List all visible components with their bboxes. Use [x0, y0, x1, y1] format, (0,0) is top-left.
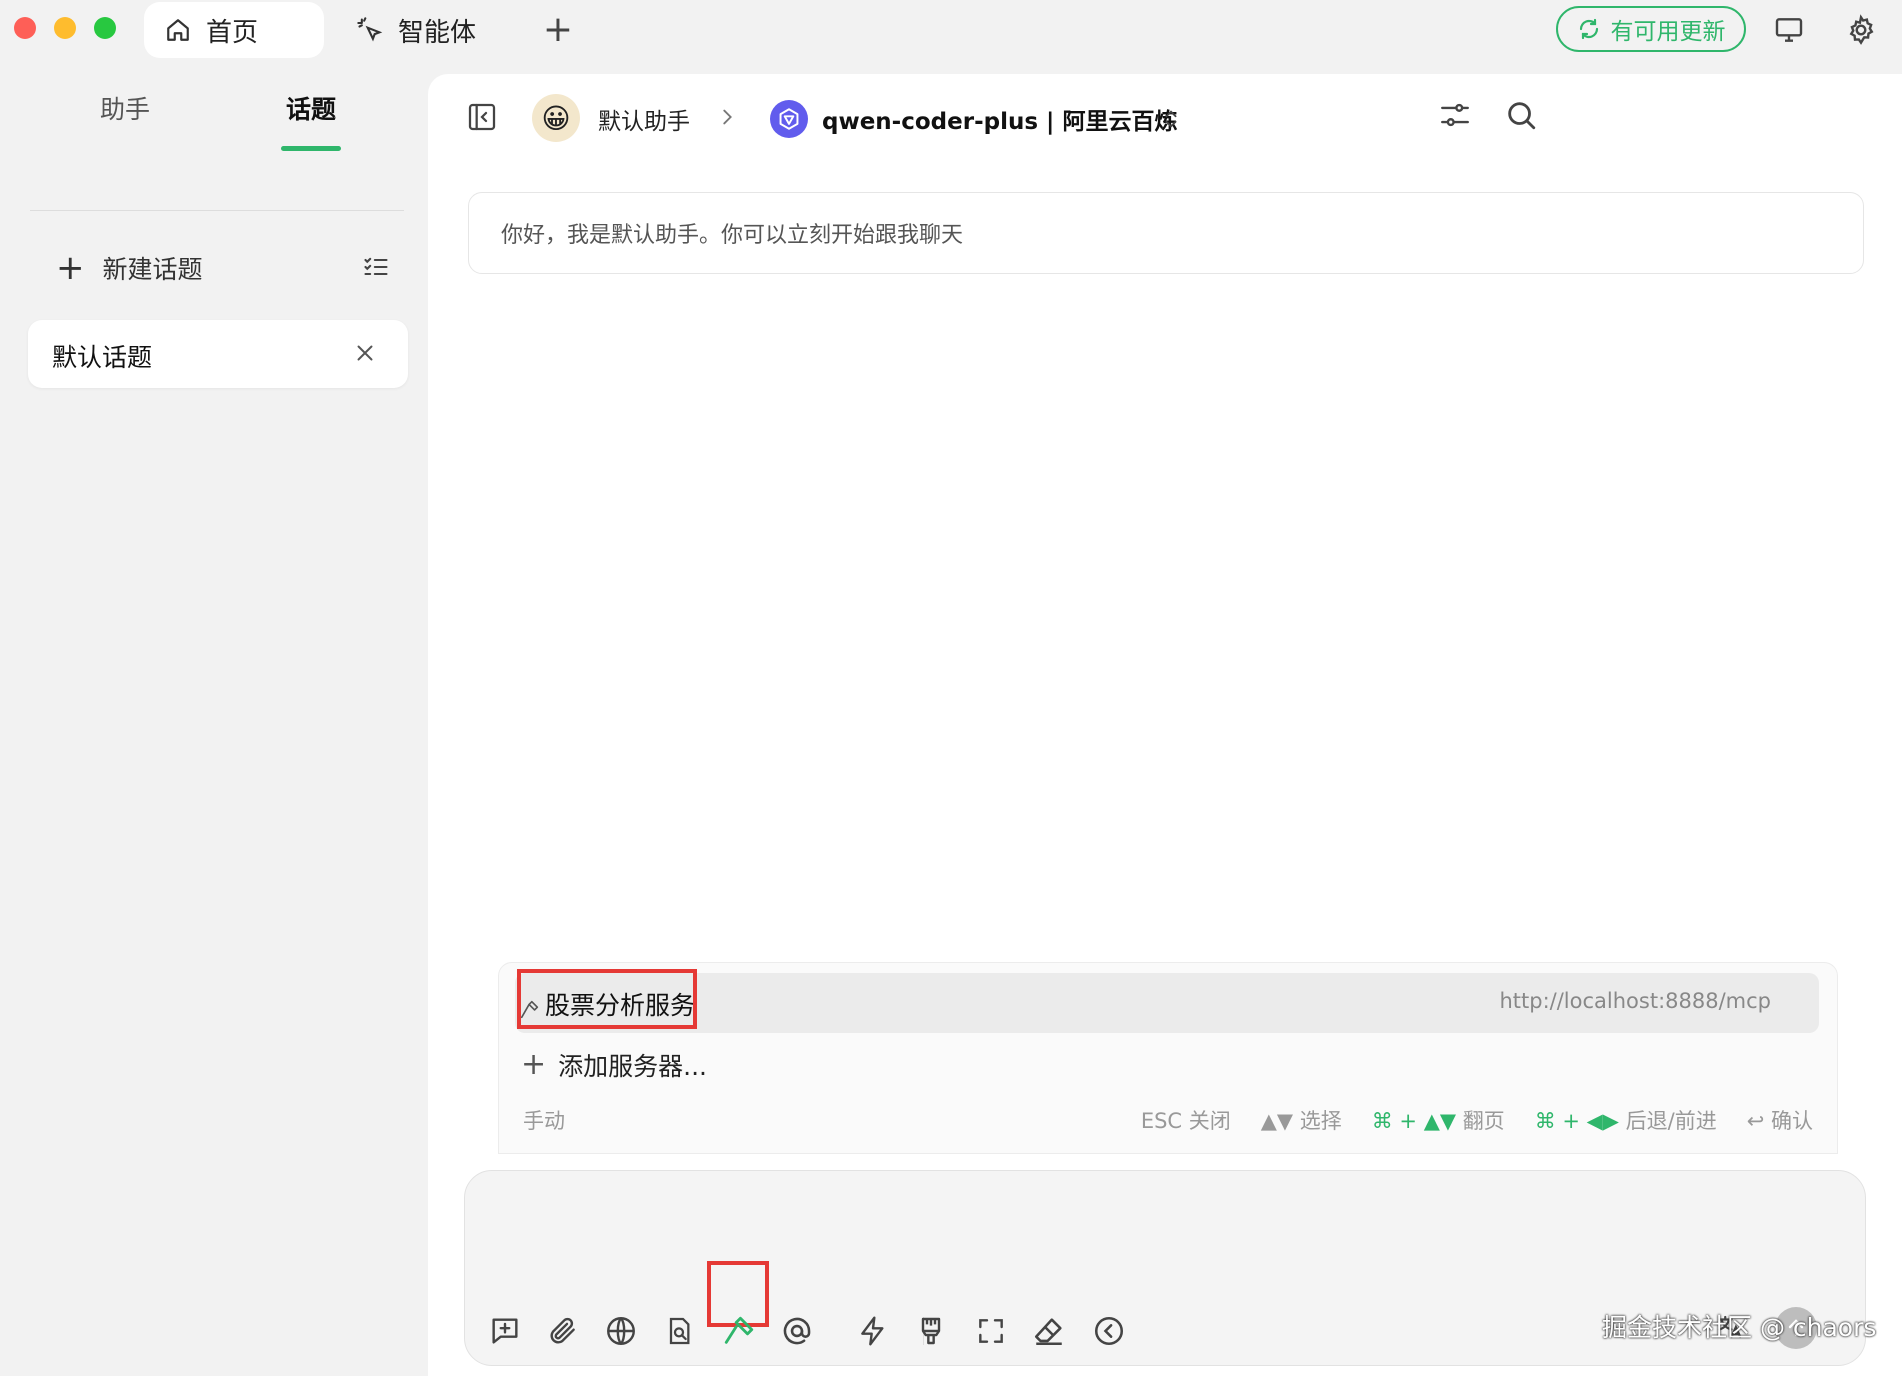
mcp-tools-hammer-icon[interactable]: [721, 1313, 757, 1349]
collapse-back-icon[interactable]: [1091, 1313, 1127, 1349]
hint-select-keys: ▲▼: [1260, 1109, 1294, 1133]
mcp-server-popup: 股票分析服务 http://localhost:8888/mcp + 添加服务器…: [498, 962, 1838, 1154]
sparkle-cursor-icon: [356, 16, 384, 44]
topic-item-label: 默认话题: [52, 343, 153, 372]
chat-header: 😀 默认助手 qwen-coder-plus | 阿里云百炼: [428, 74, 1902, 164]
topic-list-icon[interactable]: [362, 253, 392, 283]
window-zoom-button[interactable]: [94, 17, 116, 39]
title-bar: 首页 智能体 + 有可用更新: [0, 0, 1902, 60]
hint-nav-text: 后退/前进: [1625, 1109, 1717, 1133]
chevron-right-icon: [716, 104, 738, 130]
active-tab-indicator: [281, 146, 341, 151]
sidebar: 助手 话题 + 新建话题 默认话题: [0, 60, 428, 1376]
keyboard-hints: ESC 关闭 ▲▼ 选择 ⌘ + ▲▼ 翻页 ⌘ + ◀▶ 后退/前进 ↩ 确认: [1141, 1105, 1813, 1135]
refresh-icon: [1577, 17, 1601, 41]
sidebar-tab-assistants[interactable]: 助手: [100, 90, 150, 126]
add-server-label: 添加服务器...: [558, 1052, 707, 1081]
chat-panel: 😀 默认助手 qwen-coder-plus | 阿里云百炼 你好，我是默认助手…: [428, 74, 1902, 1376]
hint-confirm-text: 确认: [1771, 1109, 1813, 1133]
hint-confirm: ↩ 确认: [1747, 1105, 1813, 1135]
mcp-server-url: http://localhost:8888/mcp: [1499, 989, 1771, 1013]
sidebar-divider: [30, 210, 404, 211]
close-icon[interactable]: [352, 340, 378, 366]
new-topic-icon[interactable]: [487, 1313, 523, 1349]
monitor-icon[interactable]: [1772, 13, 1806, 47]
tab-home[interactable]: 首页: [144, 2, 324, 58]
add-server-button[interactable]: + 添加服务器...: [521, 1047, 707, 1083]
welcome-message: 你好，我是默认助手。你可以立刻开始跟我聊天: [468, 192, 1864, 274]
mcp-server-item[interactable]: 股票分析服务 http://localhost:8888/mcp: [515, 973, 1819, 1033]
search-icon[interactable]: [1504, 98, 1540, 134]
tab-label: 首页: [206, 17, 259, 48]
watermark: 掘金技术社区 @ chaors: [1602, 1313, 1877, 1342]
expand-fullscreen-icon[interactable]: [973, 1313, 1009, 1349]
topic-item[interactable]: 默认话题: [28, 320, 408, 388]
tab-agents[interactable]: 智能体: [356, 2, 506, 58]
hint-select: ▲▼ 选择: [1261, 1105, 1342, 1135]
assistant-name[interactable]: 默认助手: [598, 102, 690, 136]
assistant-avatar[interactable]: 😀: [532, 94, 580, 142]
hint-page: ⌘ + ▲▼ 翻页: [1372, 1105, 1505, 1135]
model-provider-logo-icon: [770, 100, 808, 138]
mention-at-icon[interactable]: [779, 1313, 815, 1349]
mode-label: 手动: [523, 1109, 565, 1133]
update-label: 有可用更新: [1610, 19, 1726, 45]
chat-settings-sliders-icon[interactable]: [1438, 98, 1474, 134]
model-selector[interactable]: qwen-coder-plus | 阿里云百炼: [822, 102, 1177, 136]
chevron-up-down-icon[interactable]: [1160, 104, 1182, 134]
hint-nav: ⌘ + ◀▶ 后退/前进: [1535, 1105, 1717, 1135]
hint-select-text: 选择: [1299, 1109, 1342, 1133]
new-topic-button[interactable]: + 新建话题: [56, 250, 203, 286]
add-tab-button[interactable]: +: [542, 10, 574, 50]
new-topic-label: 新建话题: [102, 255, 203, 284]
clear-context-brush-icon[interactable]: [913, 1313, 949, 1349]
hint-close: ESC 关闭: [1140, 1109, 1231, 1133]
tab-label: 智能体: [398, 17, 477, 48]
highlight-box-server: [517, 969, 697, 1029]
plus-icon: +: [521, 1047, 547, 1082]
web-search-globe-icon[interactable]: [603, 1313, 639, 1349]
eraser-icon[interactable]: [1031, 1313, 1067, 1349]
hint-page-text: 翻页: [1462, 1109, 1505, 1133]
update-available-button[interactable]: 有可用更新: [1556, 6, 1746, 52]
quick-phrase-lightning-icon[interactable]: [855, 1313, 891, 1349]
sidebar-toggle-icon[interactable]: [466, 100, 498, 134]
knowledge-base-icon[interactable]: [661, 1313, 697, 1349]
attachment-icon[interactable]: [545, 1313, 581, 1349]
window-close-button[interactable]: [14, 17, 36, 39]
hint-page-keys: ⌘ + ▲▼: [1371, 1109, 1456, 1133]
sidebar-tab-topics[interactable]: 话题: [286, 90, 336, 126]
settings-gear-icon[interactable]: [1844, 13, 1878, 47]
hint-nav-keys: ⌘ + ◀▶: [1534, 1109, 1619, 1133]
hint-confirm-key: ↩: [1746, 1109, 1765, 1133]
home-icon: [164, 16, 192, 44]
window-minimize-button[interactable]: [54, 17, 76, 39]
plus-icon: +: [56, 248, 85, 288]
